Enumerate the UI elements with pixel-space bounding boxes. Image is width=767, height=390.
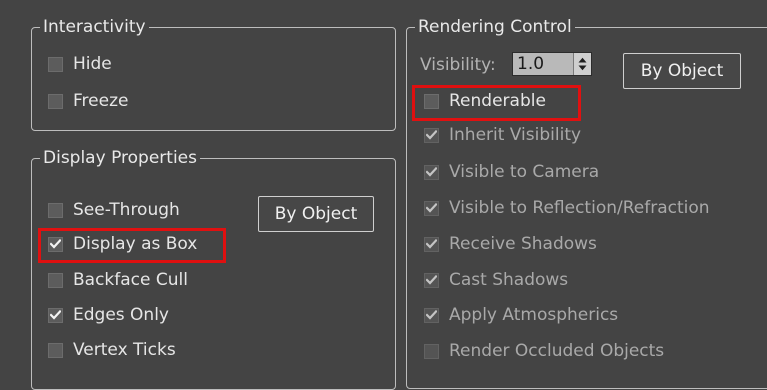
receive-shadows-label: Receive Shadows	[449, 234, 597, 254]
vertex-ticks-label: Vertex Ticks	[73, 340, 176, 360]
checkbox-box[interactable]	[424, 236, 439, 252]
visible-to-camera-checkbox[interactable]: Visible to Camera	[424, 160, 599, 184]
check-icon	[426, 239, 437, 249]
hide-label: Hide	[73, 54, 112, 74]
spinner-arrows-icon[interactable]	[573, 53, 591, 75]
interactivity-title: Interactivity	[40, 16, 149, 38]
rendering-by-object-button[interactable]: By Object	[623, 53, 741, 89]
vertex-ticks-checkbox[interactable]: Vertex Ticks	[48, 338, 176, 362]
freeze-label: Freeze	[73, 91, 129, 111]
checkbox-box[interactable]	[48, 236, 63, 252]
checkbox-box[interactable]	[424, 93, 439, 109]
renderable-checkbox[interactable]: Renderable	[424, 89, 546, 113]
checkbox-box[interactable]	[48, 202, 63, 218]
backface-cull-checkbox[interactable]: Backface Cull	[48, 268, 188, 292]
edges-only-label: Edges Only	[73, 305, 169, 325]
cast-shadows-checkbox[interactable]: Cast Shadows	[424, 268, 568, 292]
interactivity-group: Interactivity	[31, 16, 396, 131]
display-as-box-label: Display as Box	[73, 234, 198, 254]
visibility-label-row: Visibility:	[420, 53, 496, 77]
checkbox-box[interactable]	[48, 272, 63, 288]
apply-atmospherics-label: Apply Atmospherics	[449, 305, 619, 325]
see-through-checkbox[interactable]: See-Through	[48, 198, 180, 222]
cast-shadows-label: Cast Shadows	[449, 270, 569, 290]
checkbox-box[interactable]	[48, 307, 63, 323]
checkbox-box[interactable]	[48, 56, 63, 72]
see-through-label: See-Through	[73, 200, 180, 220]
check-icon	[426, 167, 437, 177]
receive-shadows-checkbox[interactable]: Receive Shadows	[424, 232, 597, 256]
renderable-label: Renderable	[449, 91, 546, 111]
inherit-visibility-checkbox[interactable]: Inherit Visibility	[424, 123, 581, 147]
visible-to-camera-label: Visible to Camera	[449, 162, 600, 182]
display-as-box-checkbox[interactable]: Display as Box	[48, 232, 197, 256]
display-by-object-button[interactable]: By Object	[258, 196, 374, 232]
checkbox-box[interactable]	[424, 127, 439, 143]
render-occluded-objects-checkbox[interactable]: Render Occluded Objects	[424, 339, 664, 363]
check-icon	[426, 203, 437, 213]
visible-to-reflection-label: Visible to Reflection/Refraction	[449, 198, 710, 218]
checkbox-box[interactable]	[424, 200, 439, 216]
rendering-control-title: Rendering Control	[415, 16, 575, 38]
inherit-visibility-label: Inherit Visibility	[449, 125, 582, 145]
visibility-label: Visibility:	[420, 55, 496, 75]
checkbox-box[interactable]	[48, 93, 63, 109]
checkbox-box[interactable]	[424, 164, 439, 180]
check-icon	[426, 310, 437, 320]
hide-checkbox[interactable]: Hide	[48, 52, 112, 76]
checkbox-box[interactable]	[424, 307, 439, 323]
render-occluded-objects-label: Render Occluded Objects	[449, 341, 665, 361]
check-icon	[426, 275, 437, 285]
checkbox-box[interactable]	[48, 342, 63, 358]
visibility-value[interactable]: 1.0	[517, 53, 544, 75]
freeze-checkbox[interactable]: Freeze	[48, 89, 128, 113]
visibility-spinner[interactable]: 1.0	[512, 52, 592, 76]
display-properties-title: Display Properties	[40, 147, 200, 169]
checkbox-box[interactable]	[424, 343, 439, 359]
backface-cull-label: Backface Cull	[73, 270, 188, 290]
apply-atmospherics-checkbox[interactable]: Apply Atmospherics	[424, 303, 618, 327]
check-icon	[426, 130, 437, 140]
visible-to-reflection-checkbox[interactable]: Visible to Reflection/Refraction	[424, 196, 710, 220]
check-icon	[50, 310, 61, 320]
check-icon	[50, 239, 61, 249]
checkbox-box[interactable]	[424, 272, 439, 288]
edges-only-checkbox[interactable]: Edges Only	[48, 303, 169, 327]
